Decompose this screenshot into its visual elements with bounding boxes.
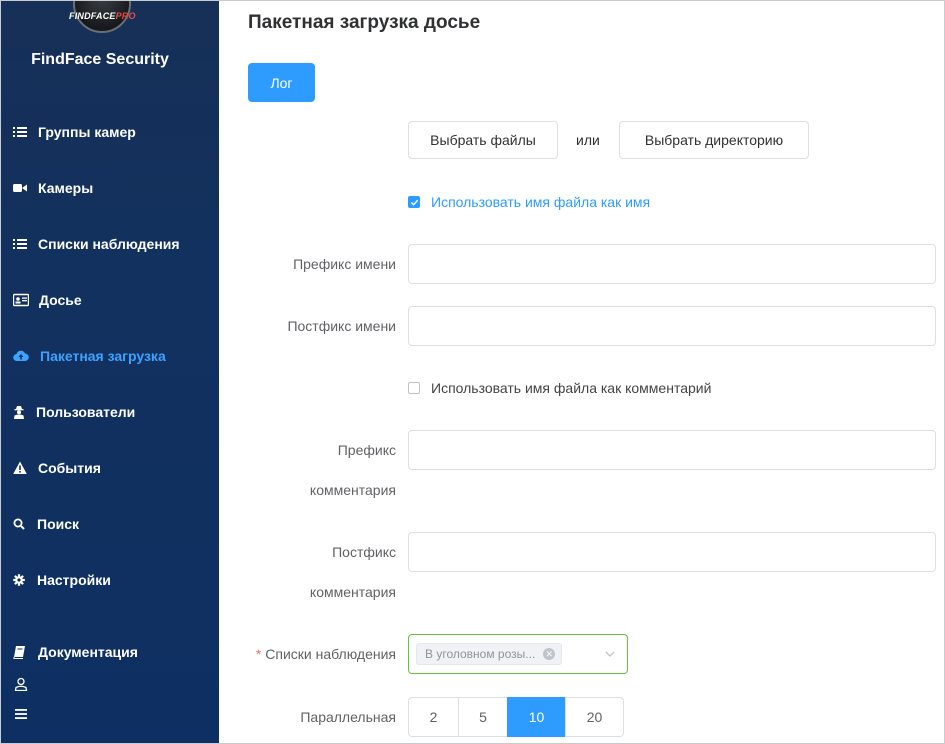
sidebar-item-label: Настройки: [37, 572, 111, 588]
comment-postfix-label: Постфикс: [332, 544, 396, 560]
choose-directory-button[interactable]: Выбрать директорию: [619, 121, 809, 159]
app-title: FindFace Security: [31, 51, 169, 68]
sidebar-item-label: Пакетная загрузка: [40, 348, 166, 364]
parallel-selector: 2 5 10 20: [408, 697, 624, 737]
sidebar-item-camera-groups[interactable]: Группы камер: [13, 122, 136, 142]
name-prefix-label: Префикс имени: [293, 256, 396, 272]
sidebar-item-label: Досье: [39, 292, 82, 308]
app-window: FINDFACEPRO FindFace Security Группы кам…: [0, 0, 945, 744]
parallel-label: Параллельная: [300, 709, 396, 725]
sidebar-item-label: Группы камер: [38, 124, 136, 140]
comment-prefix-label-line2: комментария: [309, 482, 396, 498]
main-content: Пакетная загрузка досье Лог Выбрать файл…: [220, 1, 944, 743]
sidebar-item-label: События: [38, 460, 101, 476]
name-prefix-input[interactable]: [408, 244, 936, 284]
name-postfix-label: Постфикс имени: [287, 318, 396, 334]
watch-list-tag-label: В уголовном розы...: [425, 647, 536, 661]
comment-prefix-label: Префикс: [337, 442, 396, 458]
warning-icon: [13, 461, 27, 475]
close-icon[interactable]: ✕: [543, 648, 556, 660]
sidebar-item-search[interactable]: Поиск: [13, 514, 79, 534]
video-camera-icon: [13, 181, 27, 195]
watch-lists-label-text: Списки наблюдения: [265, 646, 396, 662]
logo-text-pro: PRO: [115, 11, 136, 21]
use-filename-as-comment-checkbox[interactable]: [408, 382, 420, 394]
watch-lists-label: * Списки наблюдения: [246, 634, 396, 674]
sidebar-item-documentation[interactable]: Документация: [13, 642, 138, 662]
or-label: или: [576, 132, 600, 148]
parallel-option-20[interactable]: 20: [565, 697, 624, 737]
logo-text: FINDFACEPRO: [69, 11, 136, 21]
watch-list-tag: В уголовном розы... ✕: [416, 643, 563, 665]
menu-icon[interactable]: [14, 707, 28, 721]
sidebar-item-watch-lists[interactable]: Списки наблюдения: [13, 234, 180, 254]
sidebar-item-label: Камеры: [38, 180, 94, 196]
logo-text-main: FINDFACE: [69, 11, 116, 21]
sidebar-item-label: Пользователи: [36, 404, 136, 420]
page-title: Пакетная загрузка досье: [248, 12, 481, 33]
use-filename-as-comment-label: Использовать имя файла как комментарий: [431, 380, 712, 396]
use-filename-as-name-checkbox[interactable]: [408, 196, 420, 208]
required-mark: *: [255, 646, 262, 662]
sidebar-item-settings[interactable]: Настройки: [13, 570, 111, 590]
comment-prefix-input[interactable]: [408, 430, 936, 470]
id-card-icon: [13, 293, 29, 307]
gear-icon: [13, 573, 25, 587]
sidebar-item-label: Списки наблюдения: [38, 236, 180, 252]
choose-files-button[interactable]: Выбрать файлы: [408, 121, 558, 159]
comment-postfix-input[interactable]: [408, 532, 936, 572]
list-icon: [13, 237, 27, 251]
use-filename-as-name-label: Использовать имя файла как имя: [431, 194, 651, 210]
user-icon[interactable]: [14, 677, 28, 691]
chevron-down-icon[interactable]: [605, 649, 615, 659]
cloud-upload-icon: [13, 349, 29, 363]
name-postfix-input[interactable]: [408, 306, 936, 346]
sidebar-item-label: Документация: [38, 644, 138, 660]
sidebar-item-dossier[interactable]: Досье: [13, 290, 82, 310]
log-button[interactable]: Лог: [248, 63, 315, 102]
search-icon: [13, 517, 25, 531]
parallel-option-10[interactable]: 10: [507, 697, 566, 737]
checkmark-icon: [410, 199, 418, 206]
use-filename-as-comment-row[interactable]: Использовать имя файла как комментарий: [408, 380, 711, 396]
sidebar-item-batch-upload[interactable]: Пакетная загрузка: [13, 346, 166, 366]
sidebar-item-users[interactable]: Пользователи: [13, 402, 135, 422]
sidebar-item-label: Поиск: [37, 516, 80, 532]
parallel-option-2[interactable]: 2: [408, 697, 459, 737]
sidebar: FINDFACEPRO FindFace Security Группы кам…: [1, 1, 219, 743]
watch-lists-select[interactable]: В уголовном розы... ✕: [408, 634, 628, 674]
sidebar-item-cameras[interactable]: Камеры: [13, 178, 93, 198]
list-icon: [13, 125, 27, 139]
user-secret-icon: [13, 405, 25, 419]
parallel-option-5[interactable]: 5: [458, 697, 508, 737]
book-icon: [13, 645, 25, 659]
use-filename-as-name-row[interactable]: Использовать имя файла как имя: [408, 194, 650, 210]
comment-postfix-label-line2: комментария: [309, 584, 396, 600]
sidebar-item-events[interactable]: События: [13, 458, 101, 478]
